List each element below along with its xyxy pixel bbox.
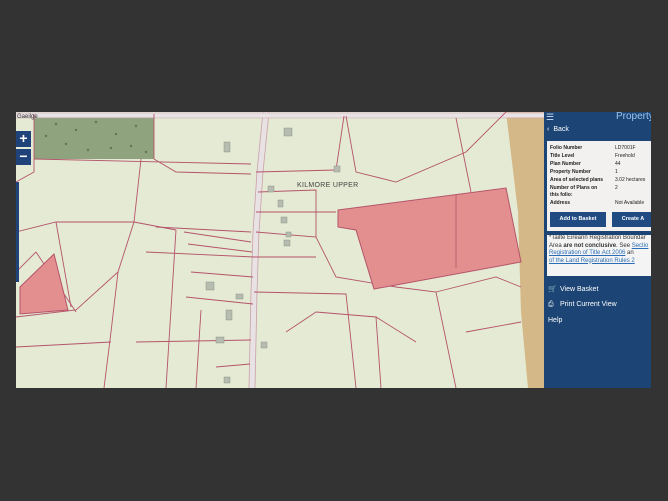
field-value: 3.02 hectares bbox=[615, 177, 646, 183]
field-value: Not Available bbox=[615, 200, 645, 206]
field-key: this folio: bbox=[550, 192, 573, 198]
map-svg[interactable] bbox=[16, 112, 544, 388]
zoom-out-button[interactable]: − bbox=[16, 149, 31, 165]
menu-icon[interactable]: ☰ bbox=[546, 112, 554, 123]
help-link[interactable]: Help bbox=[548, 317, 562, 324]
printer-icon: ⎙ bbox=[548, 301, 554, 308]
print-view-link[interactable]: ⎙ Print Current View bbox=[548, 301, 617, 309]
field-value: 44 bbox=[615, 161, 621, 167]
registration-note: *Tailte Éireann Registration Boundar Are… bbox=[547, 235, 651, 276]
chevron-left-icon: ‹ bbox=[547, 126, 550, 133]
note-line-2: Area are not conclusive. See Sectio bbox=[547, 243, 651, 251]
field-value: 2 bbox=[615, 185, 618, 191]
townland-label: KILMORE UPPER bbox=[297, 182, 359, 189]
field-key: Folio Number bbox=[550, 145, 583, 151]
note-emphasis: are not conclusive bbox=[563, 242, 617, 249]
act-link[interactable]: Registration of Title Act 2006 bbox=[549, 250, 625, 256]
note-text: an bbox=[625, 250, 634, 256]
back-button[interactable]: ‹ Back bbox=[547, 126, 569, 133]
field-key: Area of selected plans bbox=[550, 177, 604, 183]
field-key: Plan Number bbox=[550, 161, 581, 167]
print-view-label: Print Current View bbox=[560, 301, 617, 308]
note-line: *Tailte Éireann Registration Boundar bbox=[549, 235, 646, 241]
forest-area bbox=[34, 114, 154, 159]
create-button[interactable]: Create A bbox=[612, 212, 651, 227]
screen: Gaeilge + − KILMORE UPPER ☰ Property ‹ Ba… bbox=[16, 112, 651, 388]
field-key: Address bbox=[550, 200, 571, 206]
view-basket-link[interactable]: 🛒 View Basket bbox=[548, 285, 598, 293]
field-value: LD7001F bbox=[615, 145, 636, 151]
add-to-basket-button[interactable]: Add to Basket bbox=[550, 212, 606, 227]
rules-link[interactable]: of the Land Registration Rules 2 bbox=[549, 258, 635, 264]
map-edge-strip bbox=[16, 182, 19, 282]
language-link[interactable]: Gaeilge bbox=[17, 114, 38, 120]
field-key: Number of Plans on bbox=[550, 185, 598, 191]
section-link[interactable]: Sectio bbox=[632, 243, 649, 249]
note-text: Area bbox=[549, 242, 564, 249]
note-line-4: of the Land Registration Rules 2 bbox=[547, 258, 651, 266]
map-canvas[interactable]: Gaeilge + − KILMORE UPPER bbox=[16, 112, 544, 388]
property-panel: ☰ Property ‹ Back Folio Number LD7001F Ti… bbox=[544, 112, 651, 388]
panel-title: Property bbox=[616, 112, 651, 122]
panel-header: ☰ Property bbox=[544, 112, 651, 123]
field-value: 1 bbox=[615, 169, 618, 175]
field-key: Property Number bbox=[550, 169, 591, 175]
basket-icon: 🛒 bbox=[548, 286, 557, 293]
zoom-in-button[interactable]: + bbox=[16, 131, 31, 147]
field-key: Title Level bbox=[550, 153, 575, 159]
note-text: . See bbox=[616, 242, 632, 249]
help-label: Help bbox=[548, 317, 563, 324]
view-basket-label: View Basket bbox=[560, 286, 599, 293]
back-label: Back bbox=[553, 126, 569, 133]
field-value: Freehold bbox=[615, 153, 635, 159]
note-line-3: Registration of Title Act 2006 an bbox=[547, 250, 651, 258]
